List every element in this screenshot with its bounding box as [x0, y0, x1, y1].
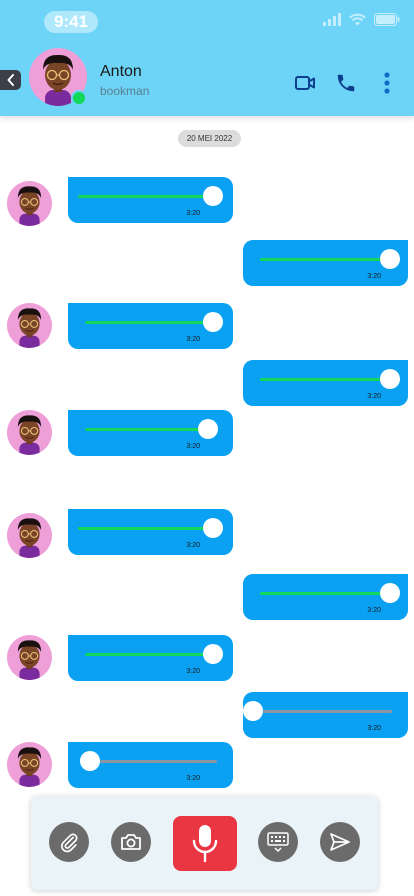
more-options-icon[interactable] — [383, 72, 391, 94]
cellular-signal-icon — [323, 13, 341, 26]
audio-progress-track — [100, 760, 217, 763]
chevron-left-icon — [7, 74, 14, 86]
voice-message[interactable]: 3:20 — [68, 303, 233, 349]
audio-progress-track — [85, 653, 212, 656]
voice-duration: 3:20 — [367, 725, 381, 732]
chat-header: 9:41 Anton bookman — [0, 0, 414, 116]
voice-message[interactable]: 3:20 — [68, 635, 233, 681]
phone-call-icon[interactable] — [335, 72, 357, 94]
status-icons — [323, 12, 400, 26]
audio-progress-track — [260, 592, 388, 595]
audio-progress-track — [263, 710, 392, 713]
voice-message[interactable]: 3:20 — [68, 177, 233, 223]
audio-scrubber[interactable] — [380, 369, 400, 389]
contact-name[interactable]: Anton — [100, 63, 142, 81]
video-call-icon[interactable] — [294, 72, 316, 94]
sender-avatar — [7, 303, 52, 348]
contact-status: bookman — [100, 84, 150, 98]
online-indicator — [71, 90, 87, 106]
audio-scrubber[interactable] — [380, 583, 400, 603]
voice-duration: 3:20 — [186, 775, 200, 782]
status-time: 9:41 — [53, 12, 89, 31]
avatar-portrait — [17, 747, 42, 787]
keyboard-icon — [267, 832, 289, 853]
composer-bar — [31, 796, 378, 890]
send-button[interactable] — [320, 822, 360, 862]
voice-message[interactable]: 3:20 — [243, 692, 408, 738]
audio-progress-track — [85, 428, 207, 431]
voice-duration: 3:20 — [186, 210, 200, 217]
date-separator: 20 MEI 2022 — [178, 130, 241, 147]
microphone-icon — [192, 824, 218, 862]
audio-scrubber[interactable] — [203, 312, 223, 332]
audio-scrubber[interactable] — [80, 751, 100, 771]
avatar-portrait — [17, 518, 42, 558]
audio-scrubber[interactable] — [380, 249, 400, 269]
audio-scrubber[interactable] — [203, 186, 223, 206]
attach-button[interactable] — [49, 822, 89, 862]
voice-duration: 3:20 — [186, 443, 200, 450]
audio-progress-track — [260, 258, 388, 261]
audio-progress-track — [260, 378, 388, 381]
voice-message[interactable]: 3:20 — [68, 509, 233, 555]
send-icon — [330, 833, 350, 851]
voice-message[interactable]: 3:20 — [243, 574, 408, 620]
back-button[interactable] — [0, 70, 21, 90]
avatar-portrait — [17, 640, 42, 680]
keyboard-button[interactable] — [258, 822, 298, 862]
sender-avatar — [7, 635, 52, 680]
voice-message[interactable]: 3:20 — [68, 742, 233, 788]
audio-scrubber[interactable] — [243, 701, 263, 721]
voice-duration: 3:20 — [367, 393, 381, 400]
voice-duration: 3:20 — [186, 668, 200, 675]
paperclip-icon — [61, 833, 78, 853]
audio-scrubber[interactable] — [203, 518, 223, 538]
audio-progress-track — [85, 321, 212, 324]
camera-button[interactable] — [111, 822, 151, 862]
voice-duration: 3:20 — [367, 273, 381, 280]
voice-duration: 3:20 — [367, 607, 381, 614]
sender-avatar — [7, 181, 52, 226]
sender-avatar — [7, 410, 52, 455]
voice-message[interactable]: 3:20 — [243, 240, 408, 286]
audio-progress-track — [78, 195, 212, 198]
audio-scrubber[interactable] — [198, 419, 218, 439]
sender-avatar — [7, 513, 52, 558]
camera-icon — [121, 834, 141, 850]
audio-scrubber[interactable] — [203, 644, 223, 664]
avatar-portrait — [17, 186, 42, 226]
battery-icon — [374, 12, 400, 26]
record-voice-button[interactable] — [173, 816, 237, 871]
voice-message[interactable]: 3:20 — [243, 360, 408, 406]
voice-duration: 3:20 — [186, 336, 200, 343]
sender-avatar — [7, 742, 52, 787]
audio-progress-track — [78, 527, 212, 530]
wifi-icon — [349, 13, 366, 25]
avatar-portrait — [17, 415, 42, 455]
voice-duration: 3:20 — [186, 542, 200, 549]
avatar-portrait — [17, 308, 42, 348]
voice-message[interactable]: 3:20 — [68, 410, 233, 456]
